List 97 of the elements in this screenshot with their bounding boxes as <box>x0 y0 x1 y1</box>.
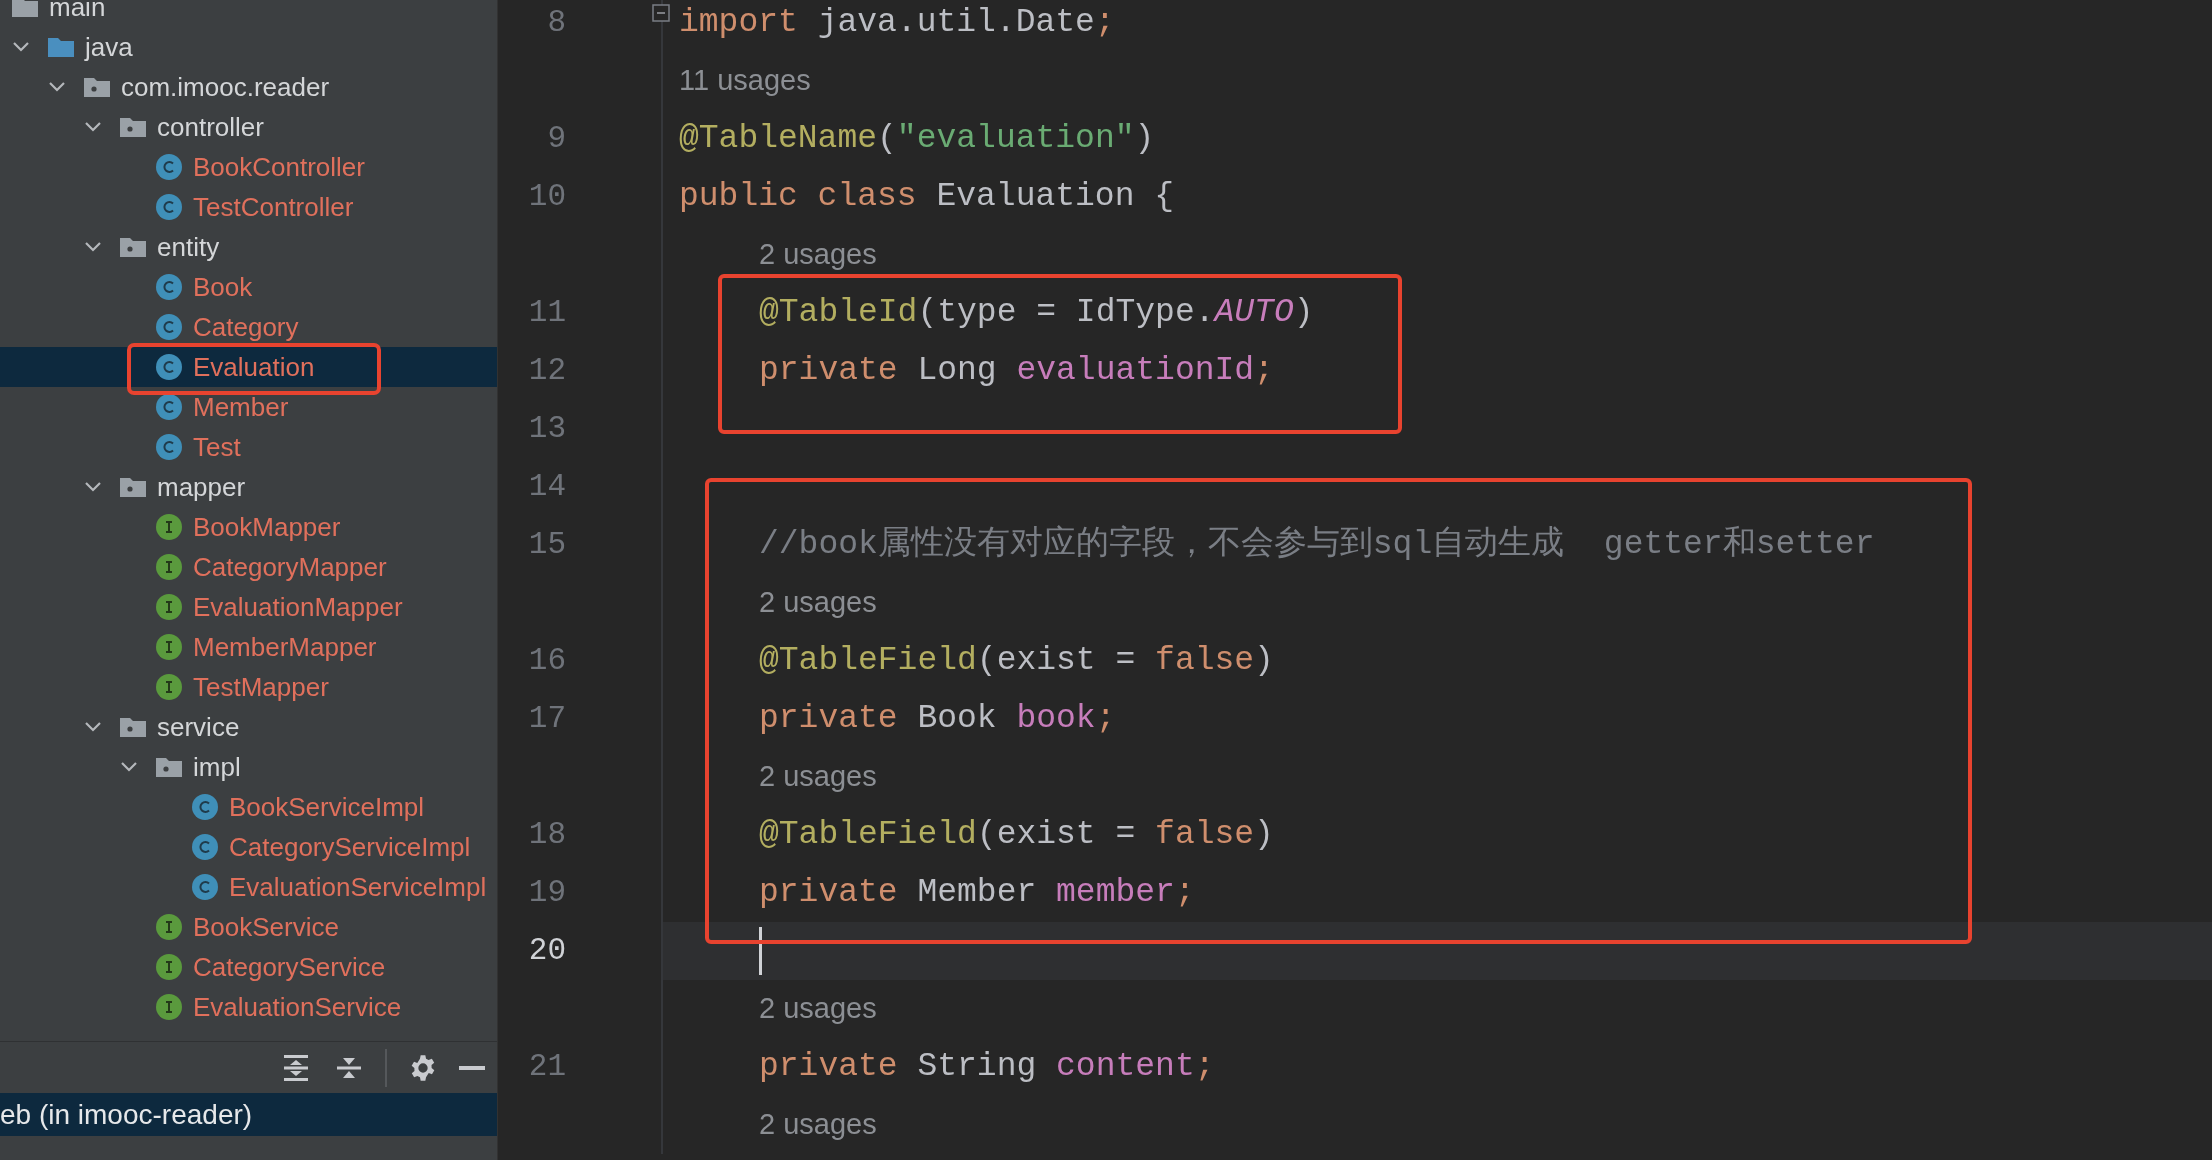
line-number: 10 <box>528 177 566 216</box>
class-icon <box>156 194 182 220</box>
class-icon <box>156 434 182 460</box>
folder-icon <box>12 0 38 17</box>
code-line: private String content; <box>759 1047 1215 1088</box>
interface-icon <box>156 514 182 540</box>
folder-label[interactable]: com.imooc.reader <box>121 74 330 100</box>
line-number: 17 <box>528 699 566 738</box>
folder-label[interactable]: service <box>157 714 240 740</box>
code-line: import java.util.Date; <box>679 3 1115 44</box>
file-label[interactable]: Test <box>193 434 241 460</box>
file-label[interactable]: EvaluationMapper <box>193 594 403 620</box>
file-label[interactable]: Book <box>193 274 253 300</box>
chevron-down-icon[interactable] <box>84 481 102 493</box>
file-label[interactable]: MemberMapper <box>193 634 377 660</box>
line-number: 20 <box>528 931 566 970</box>
interface-icon <box>156 554 182 580</box>
line-number: 21 <box>528 1047 566 1086</box>
line-number: 13 <box>528 409 566 448</box>
text-caret <box>759 927 762 975</box>
chevron-down-icon[interactable] <box>48 81 66 93</box>
folder-label[interactable]: controller <box>157 114 264 140</box>
chevron-down-icon[interactable] <box>120 761 138 773</box>
minimize-icon[interactable] <box>459 1064 485 1071</box>
line-number: 14 <box>528 467 566 506</box>
chevron-down-icon[interactable] <box>12 41 30 53</box>
class-icon <box>156 394 182 420</box>
usages-hint[interactable]: 2 usages <box>759 987 877 1031</box>
interface-icon <box>156 634 182 660</box>
class-icon <box>156 154 182 180</box>
usages-hint[interactable]: 2 usages <box>759 581 877 625</box>
file-label[interactable]: Member <box>193 394 289 420</box>
line-number: 12 <box>528 351 566 390</box>
file-label[interactable]: Evaluation <box>193 354 315 380</box>
code-line: private Long evaluationId; <box>759 351 1274 392</box>
code-comment: //book属性没有对应的字段，不会参与到sql自动生成 getter和setter <box>759 524 1875 566</box>
interface-icon <box>156 914 182 940</box>
class-icon <box>156 314 182 340</box>
line-number: 18 <box>528 815 566 854</box>
chevron-down-icon[interactable] <box>84 721 102 733</box>
class-icon <box>192 834 218 860</box>
class-icon <box>192 794 218 820</box>
package-folder-icon <box>120 477 146 497</box>
package-folder-icon <box>120 717 146 737</box>
usages-hint[interactable]: 2 usages <box>759 233 877 277</box>
file-label[interactable]: BookServiceImpl <box>229 794 425 820</box>
run-config-row[interactable]: eb (in imooc-reader) <box>0 1093 497 1136</box>
usages-hint[interactable]: 2 usages <box>759 1103 877 1147</box>
file-label[interactable]: EvaluationService <box>193 994 402 1020</box>
file-label[interactable]: EvaluationServiceImpl <box>229 874 487 900</box>
line-number: 19 <box>528 873 566 912</box>
class-icon <box>192 874 218 900</box>
selected-row[interactable]: Evaluation <box>0 347 497 387</box>
file-label[interactable]: CategoryService <box>193 954 386 980</box>
folder-label[interactable]: mapper <box>157 474 246 500</box>
code-line: private Book book; <box>759 699 1116 740</box>
package-folder-icon <box>120 117 146 137</box>
usages-hint[interactable]: 2 usages <box>759 755 877 799</box>
code-line: @TableField(exist = false) <box>759 815 1274 856</box>
file-label[interactable]: TestMapper <box>193 674 329 700</box>
package-folder-icon <box>84 77 110 97</box>
code-line: @TableName("evaluation") <box>679 119 1155 160</box>
file-label[interactable]: BookController <box>193 154 365 180</box>
folder-label[interactable]: java <box>85 34 133 60</box>
interface-icon <box>156 674 182 700</box>
code-line: private Member member; <box>759 873 1195 914</box>
file-label[interactable]: CategoryMapper <box>193 554 387 580</box>
chevron-down-icon[interactable] <box>84 241 102 253</box>
code-line: @TableId(type = IdType.AUTO) <box>759 293 1314 334</box>
file-label[interactable]: BookMapper <box>193 514 341 540</box>
package-folder-icon <box>156 757 182 777</box>
folder-label[interactable]: main <box>49 0 106 20</box>
file-label[interactable]: CategoryServiceImpl <box>229 834 471 860</box>
file-label[interactable]: BookService <box>193 914 339 940</box>
file-label[interactable]: TestController <box>193 194 354 220</box>
expand-all-icon[interactable] <box>282 1052 310 1083</box>
interface-icon <box>156 594 182 620</box>
line-number: 8 <box>547 3 566 42</box>
interface-icon <box>156 954 182 980</box>
line-number: 16 <box>528 641 566 680</box>
folder-label[interactable]: entity <box>157 234 220 260</box>
chevron-down-icon[interactable] <box>84 121 102 133</box>
folder-icon <box>48 37 74 57</box>
file-label[interactable]: Category <box>193 314 299 340</box>
line-number: 15 <box>528 525 566 564</box>
interface-icon <box>156 994 182 1020</box>
line-number: 9 <box>547 119 566 158</box>
class-icon <box>156 354 182 380</box>
class-icon <box>156 274 182 300</box>
code-line: @TableField(exist = false) <box>759 641 1274 682</box>
fold-icon[interactable] <box>652 4 670 22</box>
line-number: 11 <box>528 293 566 332</box>
code-line: public class Evaluation { <box>679 177 1175 218</box>
package-folder-icon <box>120 237 146 257</box>
settings-icon[interactable] <box>409 1053 437 1082</box>
usages-hint[interactable]: 11 usages <box>679 59 811 103</box>
folder-label[interactable]: impl <box>193 754 241 780</box>
